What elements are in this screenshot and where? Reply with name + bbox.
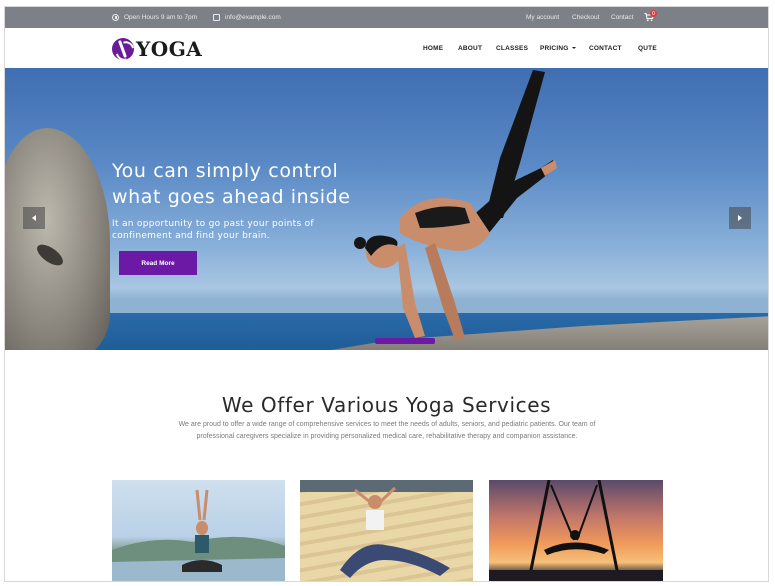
cart-button[interactable]: 0 [644,10,657,24]
services-description-line-2: professional caregivers specialize in pr… [196,433,578,440]
link-my-account[interactable]: My account [526,7,559,28]
top-bar: Open Hours 9 am to 7pm info@example.com … [5,7,768,28]
services-description-line-1: We are proud to offer a wide range of co… [178,421,596,428]
open-hours: Open Hours 9 am to 7pm [112,7,197,28]
nav-pricing-label[interactable]: PRICING [540,45,569,52]
mail-icon [213,14,220,21]
service-image-1 [112,489,285,581]
service-image-3 [489,480,663,581]
hero-rock [5,128,110,350]
nav-about[interactable]: ABOUT [458,45,482,52]
link-checkout[interactable]: Checkout [572,7,599,28]
service-card-1[interactable] [112,480,285,581]
hero-title: You can simply control what goes ahead i… [112,158,412,210]
hero-title-line-1: You can simply control [112,160,339,182]
chevron-down-icon [571,46,576,49]
contact-email-text[interactable]: info@example.com [225,14,281,21]
service-card-3[interactable] [489,480,663,581]
clock-icon [112,14,119,21]
link-contact-label[interactable]: Contact [611,14,633,21]
link-checkout-label[interactable]: Checkout [572,14,599,21]
service-card-2[interactable] [300,480,473,581]
slider-prev-button[interactable] [23,207,45,229]
nav-pricing[interactable]: PRICING [540,45,576,52]
cart-count-badge: 0 [650,10,657,17]
site-header: YOGA HOME ABOUT CLASSES PRICING CONTACT … [5,28,768,68]
main-nav: HOME ABOUT CLASSES PRICING CONTACT QUTE [5,28,768,68]
services-description: We are proud to offer a wide range of co… [117,419,657,443]
nav-home[interactable]: HOME [423,45,443,52]
open-hours-text: Open Hours 9 am to 7pm [124,14,197,21]
hero-slider: You can simply control what goes ahead i… [5,68,768,350]
slider-next-button[interactable] [729,207,751,229]
services-title: We Offer Various Yoga Services [221,393,552,417]
hero-title-line-2: what goes ahead inside [112,186,351,208]
chevron-right-icon [738,215,742,221]
page-frame: Open Hours 9 am to 7pm info@example.com … [4,6,769,582]
contact-email[interactable]: info@example.com [213,7,281,28]
hero-subtitle-line-1: It an opportunity to go past your points… [112,219,314,229]
nav-classes[interactable]: CLASSES [496,45,528,52]
chevron-left-icon [32,215,36,221]
hero-subtitle: It an opportunity to go past your points… [112,218,372,242]
link-my-account-label[interactable]: My account [526,14,559,21]
read-more-button[interactable]: Read More [119,251,197,275]
hero-subtitle-line-2: confinement and find your brain. [112,231,270,241]
nav-contact[interactable]: CONTACT [589,45,622,52]
service-image-2 [300,480,473,578]
link-contact[interactable]: Contact [611,7,633,28]
nav-qute[interactable]: QUTE [638,45,657,52]
